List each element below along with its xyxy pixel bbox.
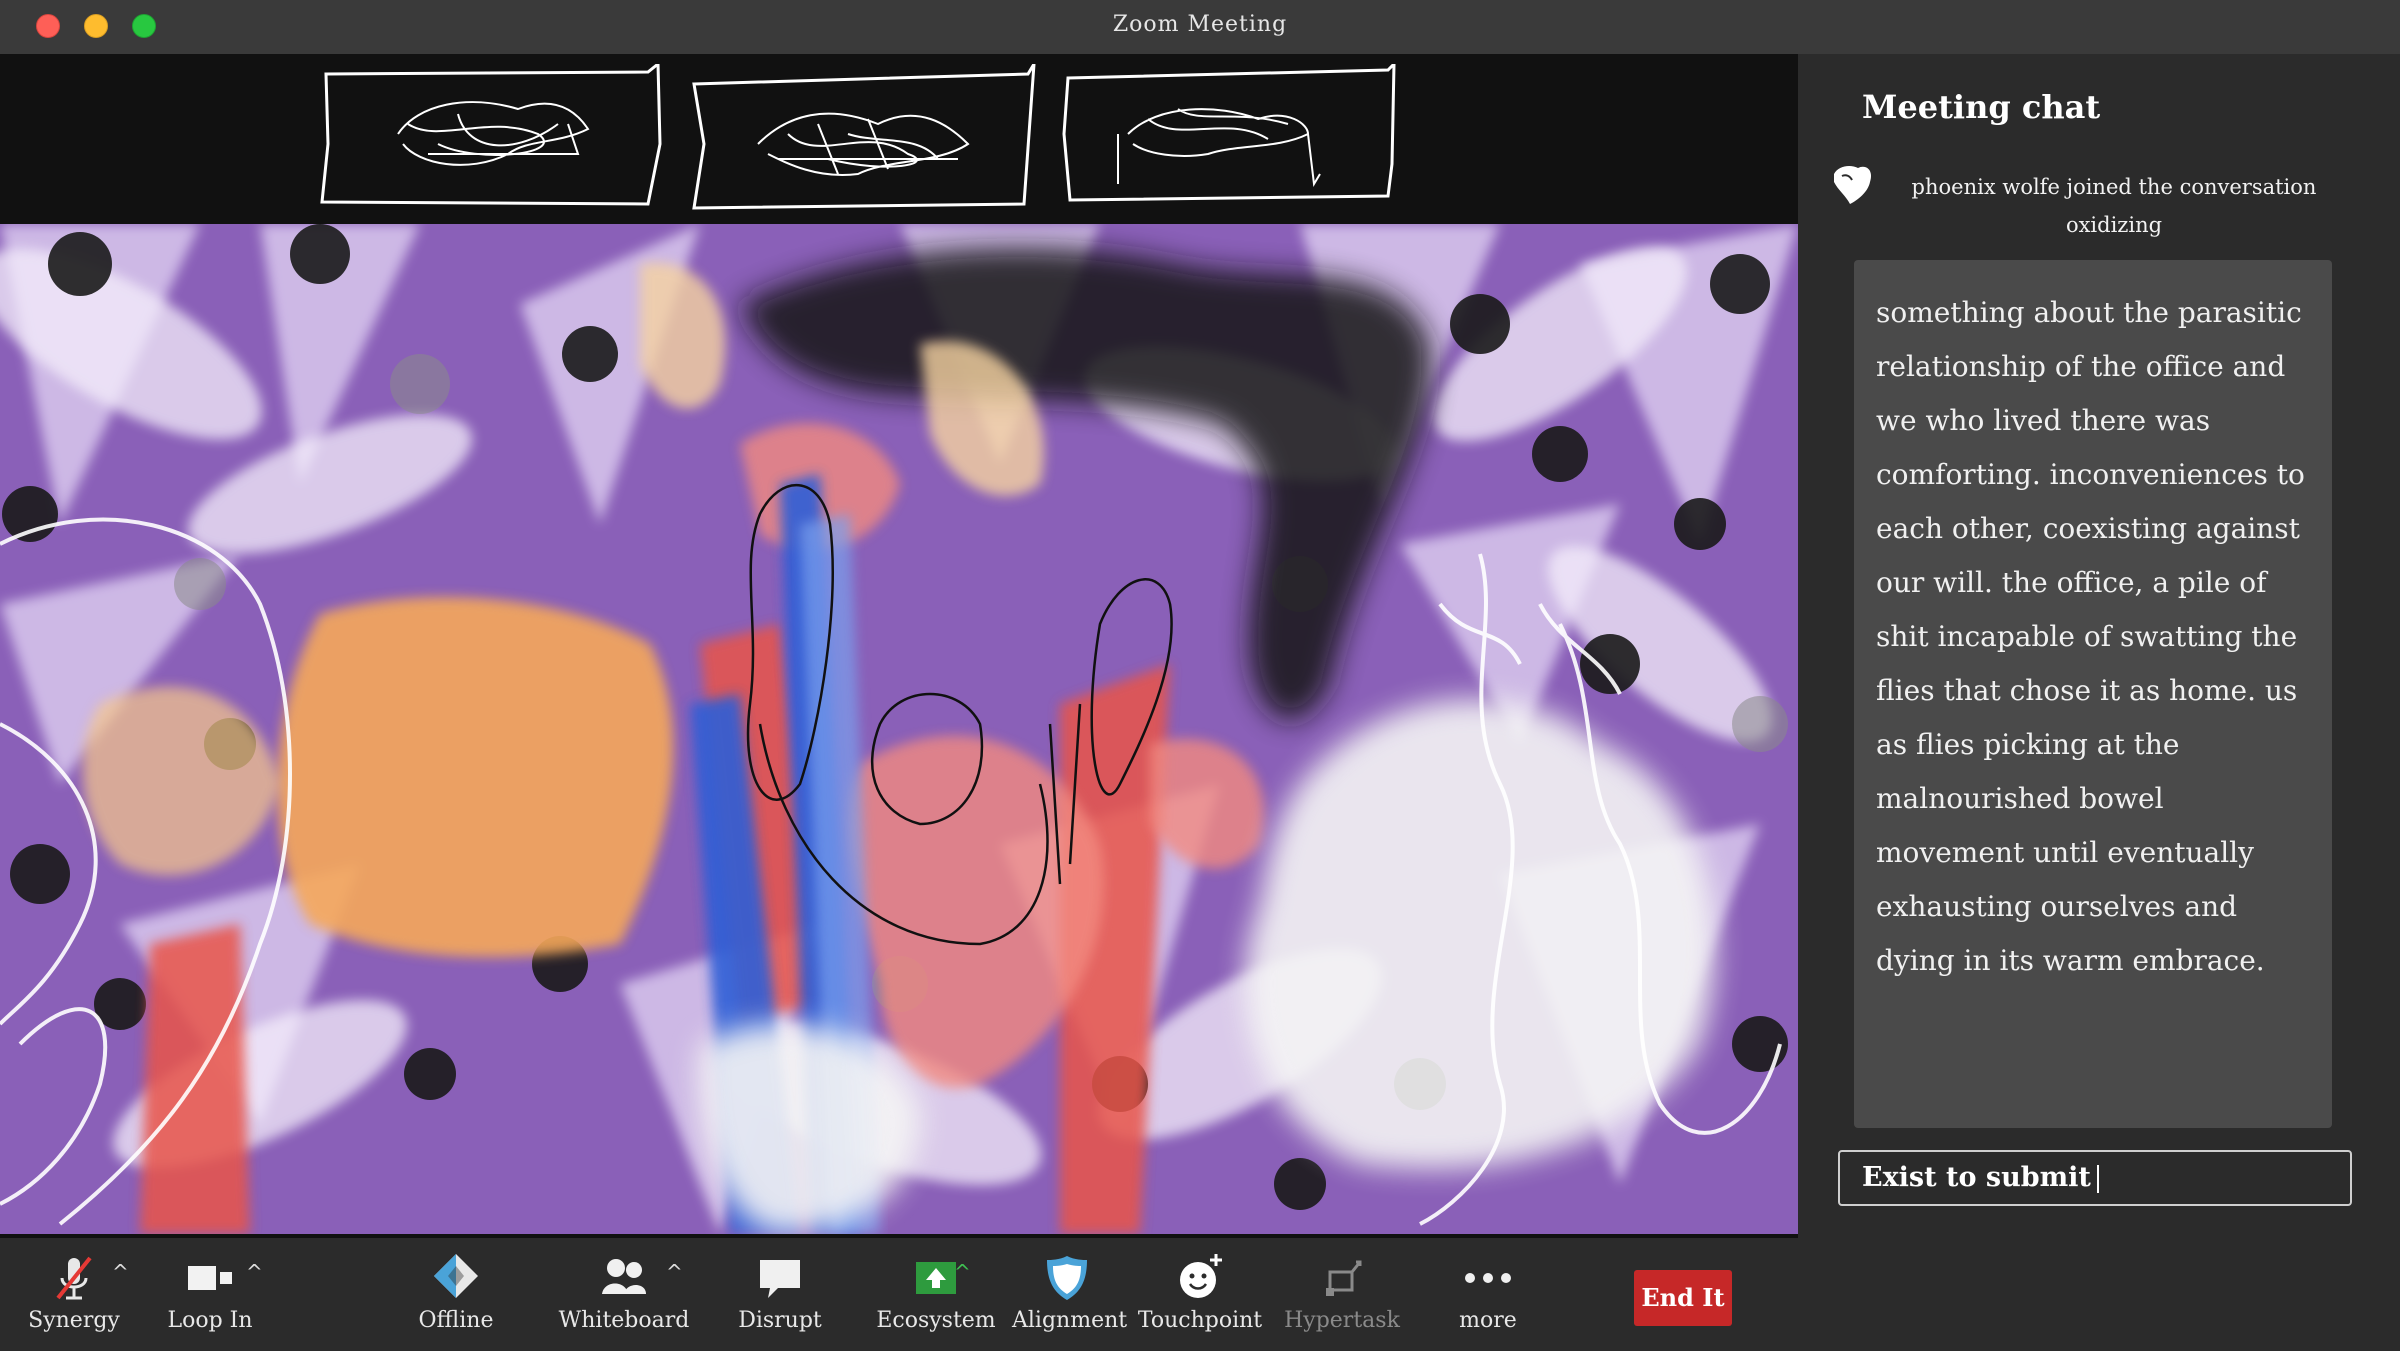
participant-thumbnail-2[interactable] xyxy=(688,64,1040,214)
window-title: Zoom Meeting xyxy=(1112,12,1288,37)
alignment-label: Alignment xyxy=(1012,1308,1128,1333)
text-caret xyxy=(2096,1164,2099,1193)
shield-icon xyxy=(1047,1256,1087,1300)
people-icon xyxy=(602,1259,646,1294)
chat-input-field[interactable]: Exist to submit xyxy=(1838,1150,2352,1206)
smiley-plus-icon xyxy=(1180,1254,1222,1298)
chat-input-placeholder-text: Exist to submit xyxy=(1862,1162,2091,1193)
ecosystem-options-caret-icon[interactable]: ^ xyxy=(954,1260,974,1284)
offline-label: Offline xyxy=(418,1308,494,1333)
join-status-text: oxidizing xyxy=(2065,213,2163,237)
more-dots-icon xyxy=(1465,1273,1511,1283)
disrupt-button[interactable]: Disrupt xyxy=(720,1238,840,1351)
loop-in-options-caret-icon[interactable]: ^ xyxy=(246,1260,266,1284)
chat-panel: Meeting chat phoenix wolfe joined the co… xyxy=(1798,54,2400,1238)
synergy-label: Synergy xyxy=(28,1308,120,1333)
join-notice: phoenix wolfe joined the conversation ox… xyxy=(1894,168,2334,244)
chat-title: Meeting chat xyxy=(1862,88,2101,126)
abstract-painting-image xyxy=(0,224,1798,1234)
synergy-options-caret-icon[interactable]: ^ xyxy=(112,1260,132,1284)
whiteboard-button[interactable]: Whiteboard xyxy=(556,1238,692,1351)
main-video-feed xyxy=(0,224,1798,1234)
ecosystem-button[interactable]: Ecosystem xyxy=(872,1238,1000,1351)
touchpoint-button[interactable]: Touchpoint xyxy=(1136,1238,1264,1351)
chat-message-text: something about the parasitic relationsh… xyxy=(1876,296,2305,977)
alignment-button[interactable]: Alignment xyxy=(1012,1238,1128,1351)
more-label: more xyxy=(1459,1308,1517,1333)
touchpoint-label: Touchpoint xyxy=(1137,1308,1263,1333)
diamond-icon xyxy=(434,1254,478,1298)
participant-thumbnail-1[interactable] xyxy=(318,64,670,214)
participant-thumbnail-strip xyxy=(0,54,1798,224)
title-bar: Zoom Meeting xyxy=(0,0,2400,54)
participant-thumbnail-3[interactable] xyxy=(1058,64,1398,214)
synergy-button[interactable]: Synergy xyxy=(14,1238,134,1351)
disrupt-label: Disrupt xyxy=(738,1308,822,1333)
hypertask-label: Hypertask xyxy=(1284,1308,1400,1333)
meeting-toolbar: Synergy ^ Loop In ^ Offline Whiteboard ^ xyxy=(0,1238,2400,1351)
end-meeting-button[interactable]: End It xyxy=(1634,1270,1732,1326)
speech-bubble-icon xyxy=(760,1260,800,1298)
loop-in-label: Loop In xyxy=(167,1308,253,1333)
meeting-stage xyxy=(0,54,1798,1238)
chat-input-placeholder: Exist to submit xyxy=(1862,1162,2099,1193)
video-icon xyxy=(188,1266,232,1290)
loop-in-button[interactable]: Loop In xyxy=(150,1238,270,1351)
join-notice-text: phoenix wolfe joined the conversation xyxy=(1911,175,2317,199)
hypertask-button[interactable]: Hypertask xyxy=(1280,1238,1404,1351)
hand-icon xyxy=(1834,166,1872,204)
mic-muted-icon xyxy=(56,1256,92,1300)
offline-button[interactable]: Offline xyxy=(396,1238,516,1351)
whiteboard-label: Whiteboard xyxy=(558,1308,690,1333)
whiteboard-options-caret-icon[interactable]: ^ xyxy=(666,1260,686,1284)
hypertask-icon xyxy=(1326,1260,1362,1296)
ecosystem-label: Ecosystem xyxy=(876,1308,996,1333)
more-button[interactable]: more xyxy=(1430,1238,1546,1351)
chat-message-bubble: something about the parasitic relationsh… xyxy=(1854,260,2332,1128)
